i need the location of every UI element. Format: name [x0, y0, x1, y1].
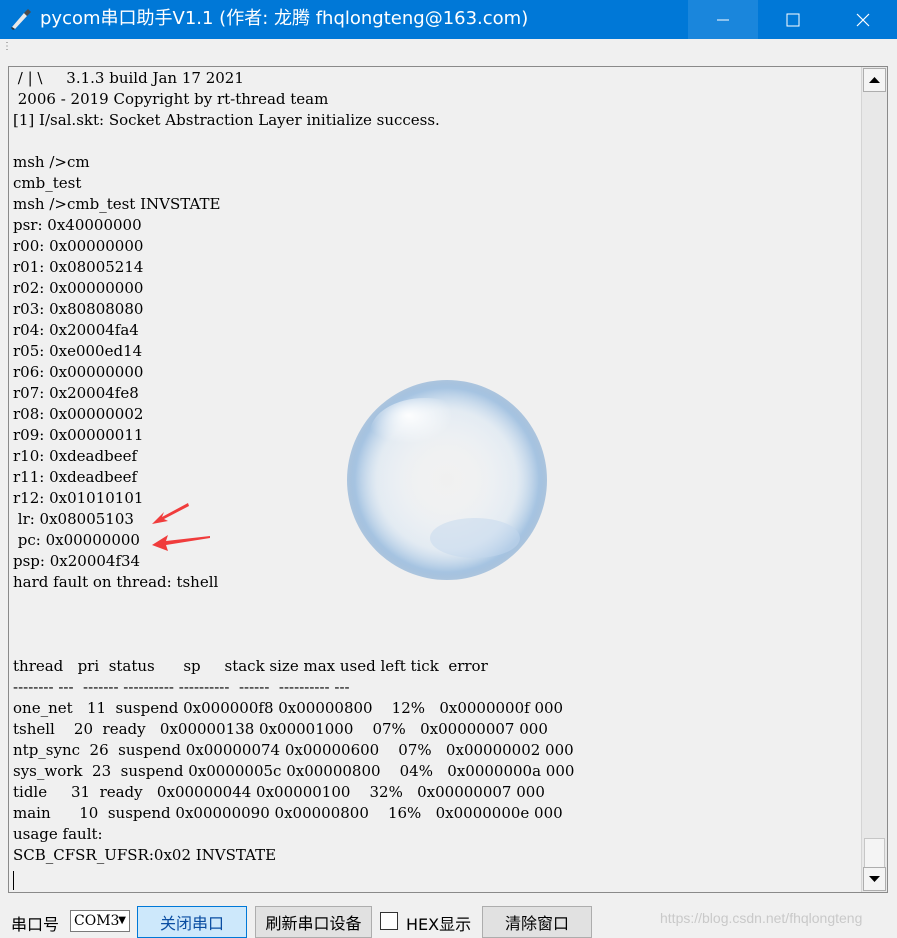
port-label: 串口号	[11, 915, 60, 934]
maximize-icon	[786, 13, 800, 26]
terminal-line: / | \ 3.1.3 build Jan 17 2021	[13, 69, 244, 87]
terminal-line: r01: 0x08005214	[13, 258, 144, 276]
bubble-icon	[347, 380, 547, 580]
title-bar[interactable]: pycom串口助手V1.1 (作者: 龙腾 fhqlongteng@163.co…	[0, 0, 897, 39]
scroll-up-icon	[869, 77, 880, 83]
terminal-line: main 10 suspend 0x00000090 0x00000800 16…	[13, 804, 563, 822]
clear-window-button[interactable]: 清除窗口	[482, 906, 592, 938]
terminal-line: r02: 0x00000000	[13, 279, 144, 297]
toolbar-grip-icon: ⋮	[2, 41, 12, 52]
terminal-line: ntp_sync 26 suspend 0x00000074 0x0000060…	[13, 741, 574, 759]
close-button[interactable]	[828, 0, 897, 39]
terminal-line: usage fault:	[13, 825, 103, 843]
terminal-line: r00: 0x00000000	[13, 237, 144, 255]
minimize-icon	[717, 19, 729, 20]
scroll-thumb[interactable]	[864, 838, 885, 868]
minimize-button[interactable]	[688, 0, 758, 39]
port-select-value: COM3	[74, 913, 120, 929]
terminal-line: msh />cmb_test INVSTATE	[13, 195, 221, 213]
port-select[interactable]: COM3 ▼	[70, 910, 130, 932]
text-caret	[13, 871, 14, 890]
scroll-down-button[interactable]	[863, 867, 886, 891]
hex-display-checkbox[interactable]	[380, 912, 398, 930]
maximize-button[interactable]	[758, 0, 828, 39]
terminal-line: thread pri status sp stack size max used…	[13, 657, 488, 675]
terminal-line: r05: 0xe000ed14	[13, 342, 143, 360]
vertical-scrollbar[interactable]	[861, 67, 887, 892]
terminal-line: -------- --- ------- ---------- --------…	[13, 678, 350, 696]
terminal-line: [1] I/sal.skt: Socket Abstraction Layer …	[13, 111, 440, 129]
hex-display-label: HEX显示	[406, 915, 472, 934]
close-port-button[interactable]: 关闭串口	[137, 906, 247, 938]
scroll-up-button[interactable]	[863, 68, 886, 92]
window-title: pycom串口助手V1.1 (作者: 龙腾 fhqlongteng@163.co…	[40, 8, 529, 29]
terminal-line: cmb_test	[13, 174, 82, 192]
annotation-arrow-pc-icon	[152, 535, 210, 551]
watermark-text: https://blog.csdn.net/fhqlongteng	[660, 910, 863, 926]
terminal-line: SCB_CFSR_UFSR:0x02 INVSTATE	[13, 846, 277, 864]
annotation-arrow-lr-icon	[152, 503, 189, 524]
terminal-line: msh />cm	[13, 153, 90, 171]
scroll-down-icon	[869, 876, 880, 882]
terminal-line: tshell 20 ready 0x00000138 0x00001000 07…	[13, 720, 548, 738]
close-icon	[856, 13, 870, 26]
terminal-line: r03: 0x80808080	[13, 300, 144, 318]
terminal-line: sys_work 23 suspend 0x0000005c 0x0000080…	[13, 762, 575, 780]
terminal-line: one_net 11 suspend 0x000000f8 0x00000800…	[13, 699, 564, 717]
terminal-line: r04: 0x20004fa4	[13, 321, 139, 339]
pen-wrench-icon	[11, 9, 31, 30]
chevron-down-icon: ▼	[118, 915, 126, 926]
terminal-line: psr: 0x40000000	[13, 216, 142, 234]
refresh-ports-button[interactable]: 刷新串口设备	[255, 906, 372, 938]
terminal-line: tidle 31 ready 0x00000044 0x00000100 32%…	[13, 783, 545, 801]
terminal-line: 2006 - 2019 Copyright by rt-thread team	[13, 90, 329, 108]
